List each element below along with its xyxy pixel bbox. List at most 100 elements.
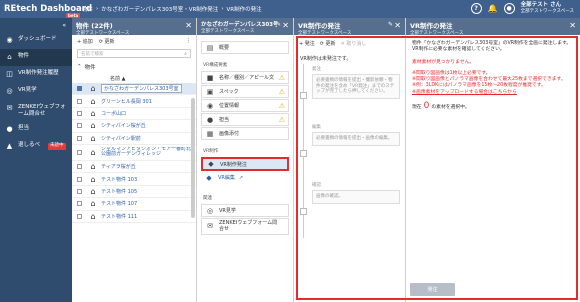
step-description: 必要書類の情報を提出・画像の編集。	[312, 132, 400, 146]
menu-item-vr-order[interactable]: ◆ VR制作発注	[201, 157, 289, 171]
row-checkbox[interactable]	[77, 201, 82, 207]
more-icon[interactable]: ⋮	[186, 38, 191, 44]
vr-icon: ◎	[206, 206, 214, 215]
close-icon[interactable]: ✕	[282, 21, 289, 30]
row-checkbox[interactable]	[77, 213, 82, 219]
brand-logo[interactable]: REtech Dashboard beta	[0, 4, 92, 18]
nav-item-vr-history[interactable]: ◫ VR制作発注履歴	[0, 66, 72, 83]
cancel-button[interactable]: ✕ 取り消し	[341, 40, 367, 47]
nav-item-guide[interactable]: ▲ 退しるべ 未読中	[0, 138, 72, 155]
scrollbar[interactable]	[191, 98, 195, 218]
order-button[interactable]: + 発注	[299, 40, 315, 47]
menu-link-vr-edit[interactable]: ◆ VR編集 ↗	[201, 172, 289, 183]
upload-link[interactable]: ※画像素材をアップロードする場合はこちらから	[412, 90, 574, 96]
table-row[interactable]: ⌂ テスト物件 107	[72, 198, 196, 211]
breadcrumb-item-order[interactable]: VR制作の発注	[227, 5, 262, 13]
submit-order-button[interactable]: 発注	[410, 283, 455, 296]
panel-title: VR制作の発注	[298, 22, 341, 30]
row-checkbox[interactable]	[77, 176, 82, 182]
warning-icon: ⚠	[278, 115, 285, 124]
row-label: テスト物件 107	[101, 201, 138, 208]
help-icon[interactable]: ?	[470, 3, 482, 14]
top-bar: REtech Dashboard beta 物件 › かなざわガーデンパレス30…	[0, 0, 580, 18]
section-label: 関連	[203, 196, 212, 201]
row-checkbox[interactable]	[77, 164, 82, 170]
collapse-nav-icon[interactable]: «	[0, 18, 72, 32]
menu-item-images[interactable]: ▦ 画像添付	[201, 127, 289, 140]
nav-item-label: ダッシュボード	[18, 36, 57, 42]
table-row[interactable]: ⌂ グリーンヒル長岡 301	[72, 95, 196, 108]
step-title: 編集	[312, 125, 321, 130]
nav-item-dashboard[interactable]: ◉ ダッシュボード	[0, 32, 72, 49]
close-icon[interactable]: ✕	[185, 21, 192, 30]
menu-item-label: スペック	[219, 89, 239, 95]
nav-item-webform[interactable]: ✉ ZENKEIウェブフォーム問合せ	[0, 100, 72, 121]
row-checkbox[interactable]	[77, 98, 82, 104]
external-link-icon: ↗	[238, 174, 244, 181]
step-checkbox	[300, 208, 307, 215]
warning-icon: ⚠	[278, 73, 285, 82]
table-row[interactable]: ⌂ テスト物件 105	[72, 186, 196, 199]
row-label: テスト物件 111	[101, 213, 138, 220]
table-row[interactable]: ⌂ シャルマンアビタシオン・モア一番町北公園前ガーデンヴィレッジ	[72, 145, 196, 161]
row-checkbox[interactable]	[77, 86, 82, 92]
column-header-name[interactable]: 名前 ▲	[72, 74, 196, 83]
search-icon: ⌕	[184, 50, 187, 57]
order-status: VR制作は未発注です。	[300, 56, 352, 62]
row-checkbox[interactable]	[77, 110, 82, 116]
table-row[interactable]: ⌂ コーポ山口	[72, 108, 196, 121]
close-icon[interactable]: ✕	[394, 21, 401, 30]
breadcrumb: 物件 › かなざわガーデンパレス303号室・VR制作発注 › VR制作の発注	[82, 5, 262, 13]
breadcrumb-separator-icon: ›	[221, 6, 224, 12]
search-input[interactable]: 名前で検索 ⌕	[77, 49, 191, 58]
image-icon: ▦	[206, 129, 214, 138]
menu-item-label: 概要	[219, 45, 230, 51]
cube-icon: ◆	[208, 160, 214, 168]
table-row[interactable]: ⌂ テスト物件 103	[72, 173, 196, 186]
menu-item-location[interactable]: ◉ 位置情報 ⚠	[201, 99, 289, 112]
nav-item-vr-tour[interactable]: ◎ VR見学	[0, 83, 72, 100]
menu-item-staff[interactable]: ● 担当 ⚠	[201, 113, 289, 126]
panel-title: 物件 (22件)	[76, 22, 113, 30]
add-button[interactable]: + 追加	[77, 38, 93, 45]
refresh-button[interactable]: ⟳ 更新	[320, 40, 336, 47]
bell-icon[interactable]: 🔔	[488, 3, 498, 14]
menu-item-overview[interactable]: ▤ 概要	[201, 41, 289, 54]
table-row[interactable]: ⌂ ティアラ桜が丘	[72, 161, 196, 174]
group-header[interactable]: ⌃ 物件	[72, 60, 196, 74]
close-icon[interactable]: ✕	[569, 21, 576, 30]
nav-item-label: ZENKEIウェブフォーム問合せ	[18, 104, 66, 117]
breadcrumb-item-room[interactable]: かなざわガーデンパレス303号室・VR制作発注	[101, 5, 218, 13]
property-menu-panel: かなざわガーデンパレス303号室・VR制作発注 全部テストワークスペース ✎ ✕…	[197, 18, 294, 302]
mail-icon: ✉	[207, 221, 213, 230]
pin-icon[interactable]: ✎	[276, 21, 281, 28]
table-row[interactable]: ⌂ かなざわガーデンパレス303号室	[72, 83, 196, 96]
status-badge: 未読中	[48, 143, 66, 150]
refresh-button[interactable]: ⟳ 更新	[99, 38, 115, 45]
nav-item-staff[interactable]: ● 担当	[0, 121, 72, 138]
table-row[interactable]: ⌂ テスト物件 111	[72, 211, 196, 223]
menu-item-vr-tour[interactable]: ◎ VR見学	[201, 204, 289, 217]
menu-item-name-type[interactable]: ■ 名称／種別／アピール文 ⚠	[201, 71, 289, 84]
menu-panel-header: かなざわガーデンパレス303号室・VR制作発注 全部テストワークスペース ✎ ✕	[197, 18, 293, 35]
menu-item-webform[interactable]: ✉ ZENKEIウェブフォーム問合せ	[201, 218, 289, 235]
property-list-panel: 物件 (22件) 全部テストワークスペース ✕ + 追加 ⟳ 更新 ⋮ 名前で検…	[72, 18, 197, 302]
nav-item-property[interactable]: ⌂ 物件	[0, 49, 72, 66]
vr-icon: ◎	[6, 87, 13, 96]
step-order: 発注 必要書類の情報を提出・撮影依頼・物件の発注を含め「VR発注」までのステップ…	[294, 64, 405, 122]
table-row[interactable]: ⌂ シティパイン駅前	[72, 133, 196, 145]
detail-panel-header: VR制作の発注 全部テストワークスペース ✕	[406, 18, 580, 36]
left-nav: « ◉ ダッシュボード ⌂ 物件 ◫ VR制作発注履歴 ◎ VR見学 ✉ ZEN…	[0, 18, 72, 302]
step-description: 必要書類の情報を提出・撮影依頼・物件の発注を含め「VR発注」までのステップが完了…	[312, 74, 400, 99]
row-checkbox[interactable]	[77, 123, 82, 129]
table-row[interactable]: ⌂ シティパイン桜が丘	[72, 120, 196, 133]
row-checkbox[interactable]	[77, 149, 82, 155]
row-checkbox[interactable]	[77, 135, 82, 141]
panel-subtitle: 全部テストワークスペース	[201, 29, 255, 34]
pin-icon[interactable]: ✎	[388, 21, 393, 28]
count-prefix: 現在	[412, 105, 422, 111]
row-checkbox[interactable]	[77, 188, 82, 194]
avatar-icon[interactable]: ●	[503, 3, 515, 14]
user-info[interactable]: 全部テスト さん 全部テストワークスペース	[521, 2, 574, 15]
menu-item-spec[interactable]: ▣ スペック ⚠	[201, 85, 289, 98]
